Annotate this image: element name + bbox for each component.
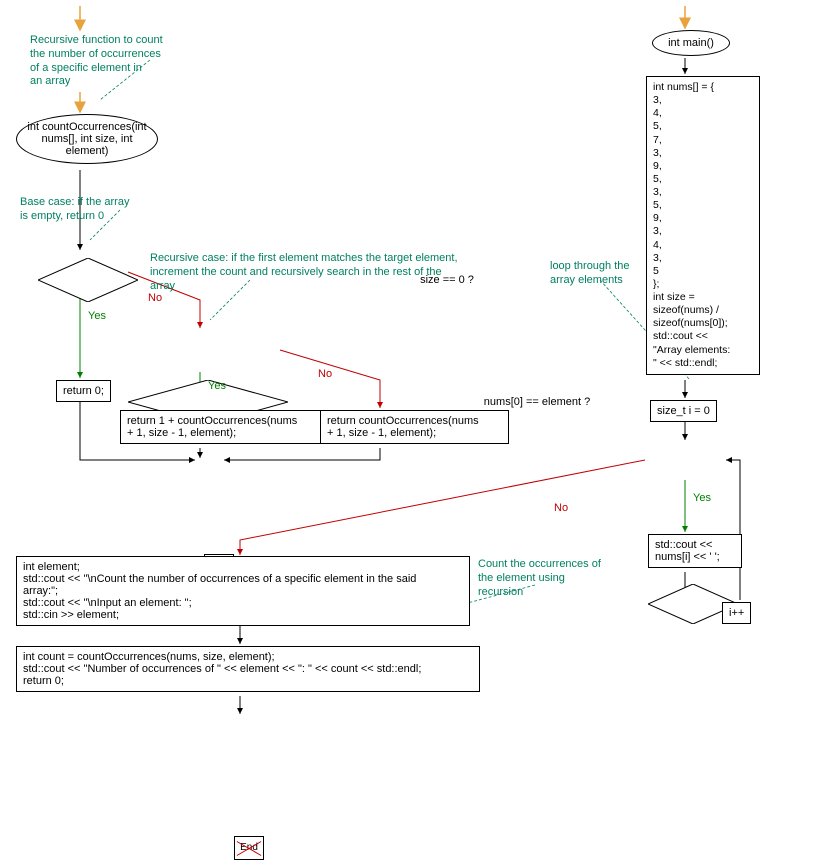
process-init-block: int nums[] = { 3, 4, 5, 7, 3, 9, 5, 3, 5… <box>646 76 760 375</box>
label-yes: Yes <box>88 310 106 322</box>
process-output-count: int count = countOccurrences(nums, size,… <box>16 646 480 692</box>
comment-func-desc: Recursive function to count the number o… <box>30 34 200 89</box>
process-loop-inc: i++ <box>722 602 751 624</box>
process-return-0: return 0; <box>56 380 111 402</box>
label-no: No <box>148 292 162 304</box>
label-yes-3: Yes <box>693 492 711 504</box>
label-no-2: No <box>318 368 332 380</box>
process-loop-body: std::cout << nums[i] << ' '; <box>648 534 742 568</box>
process-loop-init: size_t i = 0 <box>650 400 717 422</box>
comment-recursive-case: Recursive case: if the first element mat… <box>150 252 510 293</box>
process-return-recurse: return countOccurrences(nums + 1, size -… <box>320 410 509 444</box>
terminator-main: int main() <box>652 30 730 56</box>
comment-count-using-recursion: Count the occurrences of the element usi… <box>478 558 628 599</box>
label-yes-2: Yes <box>208 380 226 392</box>
decision-match-element-text: nums[0] == element ? <box>484 396 590 408</box>
process-input-element: int element; std::cout << "\nCount the n… <box>16 556 470 626</box>
end-2: End <box>234 836 264 860</box>
process-return-1-plus: return 1 + countOccurrences(nums + 1, si… <box>120 410 324 444</box>
comment-loop-array: loop through the array elements <box>550 260 660 288</box>
terminator-count-occurrences: int countOccurrences(int nums[], int siz… <box>16 114 158 164</box>
comment-base-case: Base case: if the array is empty, return… <box>20 196 170 224</box>
label-no-3: No <box>554 502 568 514</box>
